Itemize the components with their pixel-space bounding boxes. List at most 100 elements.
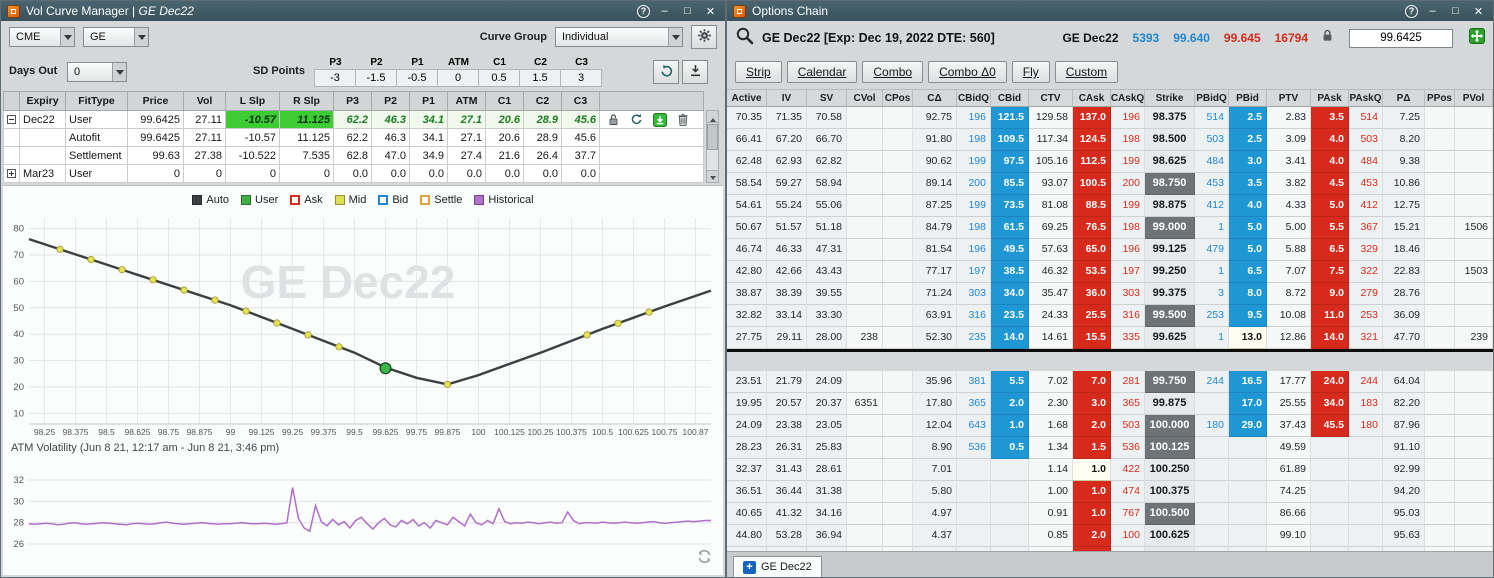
apply-sd-button[interactable]: [682, 60, 708, 84]
chain-col-pa[interactable]: PAsk: [1311, 89, 1349, 107]
chain-cell-pa-98.875[interactable]: 5.0: [1311, 195, 1349, 217]
chain-col-ca[interactable]: CAsk: [1073, 89, 1111, 107]
curve-cell-p3[interactable]: 62.2: [334, 111, 372, 129]
expand-icon[interactable]: [7, 169, 16, 178]
chain-cell-cb-100.125[interactable]: 0.5: [991, 437, 1029, 459]
curve-cell-atm[interactable]: 27.1: [448, 111, 486, 129]
maximize-button[interactable]: □: [1447, 4, 1464, 19]
chain-cell-pb-100.000[interactable]: 29.0: [1229, 415, 1267, 437]
chain-cell-ca-100.375[interactable]: 1.0: [1073, 481, 1111, 503]
exchange-select[interactable]: CME: [9, 27, 75, 47]
chain-cell-k-99.375[interactable]: 99.375: [1145, 283, 1195, 305]
lock-icon[interactable]: [1322, 29, 1333, 47]
chain-col-a[interactable]: Active: [727, 89, 767, 107]
chain-cell-ca-99.500[interactable]: 25.5: [1073, 305, 1111, 327]
chain-col-cbq[interactable]: CBidQ: [957, 89, 991, 107]
collapse-icon[interactable]: [7, 115, 16, 124]
chain-cell-ca-100.625[interactable]: 2.0: [1073, 525, 1111, 547]
chain-cell-k-100.125[interactable]: 100.125: [1145, 437, 1195, 459]
trash-icon[interactable]: [671, 113, 694, 126]
chain-cell-ca-99.625[interactable]: 15.5: [1073, 327, 1111, 349]
tab-combo-0[interactable]: Combo Δ0: [928, 61, 1007, 83]
chain-cell-pa-98.625[interactable]: 4.0: [1311, 151, 1349, 173]
chain-cell-cb-98.875[interactable]: 73.5: [991, 195, 1029, 217]
sd-value-p3[interactable]: -3: [314, 69, 356, 87]
chain-col-ptv[interactable]: PTV: [1267, 89, 1311, 107]
chain-cell-k-98.375[interactable]: 98.375: [1145, 107, 1195, 129]
chain-col-pb[interactable]: PBid: [1229, 89, 1267, 107]
curve-group-select[interactable]: Individual: [555, 27, 683, 47]
chain-col-ctv[interactable]: CTV: [1029, 89, 1073, 107]
tab-strip[interactable]: Strip: [735, 61, 782, 83]
chain-cell-ca-99.125[interactable]: 65.0: [1073, 239, 1111, 261]
chain-cell-pa-99.125[interactable]: 6.5: [1311, 239, 1349, 261]
chain-cell-pa-99.875[interactable]: 34.0: [1311, 393, 1349, 415]
chain-cell-cb-99.250[interactable]: 38.5: [991, 261, 1029, 283]
chain-cell-k-99.125[interactable]: 99.125: [1145, 239, 1195, 261]
chain-cell-ca-99.250[interactable]: 53.5: [1073, 261, 1111, 283]
curve-cell-price[interactable]: 99.6425: [128, 111, 184, 129]
chain-cell-cb-99.750[interactable]: 5.5: [991, 371, 1029, 393]
refresh-icon[interactable]: [696, 548, 713, 570]
close-button[interactable]: ✕: [702, 4, 719, 19]
chain-cell-pb-99.000[interactable]: 5.0: [1229, 217, 1267, 239]
chain-cell-pb-99.375[interactable]: 8.0: [1229, 283, 1267, 305]
minimize-button[interactable]: –: [656, 4, 673, 19]
chain-cell-pa-99.250[interactable]: 7.5: [1311, 261, 1349, 283]
chain-cell-pb-99.125[interactable]: 5.0: [1229, 239, 1267, 261]
chain-cell-k-98.625[interactable]: 98.625: [1145, 151, 1195, 173]
chain-cell-pa-99.750[interactable]: 24.0: [1311, 371, 1349, 393]
sd-value-p1[interactable]: -0.5: [396, 69, 438, 87]
chain-cell-pb-99.875[interactable]: 17.0: [1229, 393, 1267, 415]
titlebar-right[interactable]: Options Chain ? – □ ✕: [727, 1, 1493, 21]
legend-user[interactable]: User: [241, 194, 278, 206]
legend-historical[interactable]: Historical: [474, 194, 533, 206]
help-button[interactable]: ?: [637, 5, 650, 18]
chain-col-sv[interactable]: SV: [807, 89, 847, 107]
chain-cell-pb-98.875[interactable]: 4.0: [1229, 195, 1267, 217]
chain-cell-k-99.250[interactable]: 99.250: [1145, 261, 1195, 283]
scroll-up-button[interactable]: [707, 111, 718, 123]
table-scrollbar[interactable]: [706, 110, 719, 183]
chain-cell-pb-99.750[interactable]: 16.5: [1229, 371, 1267, 393]
help-button[interactable]: ?: [1405, 5, 1418, 18]
chain-cell-pb-98.750[interactable]: 3.5: [1229, 173, 1267, 195]
chain-cell-k-98.875[interactable]: 98.875: [1145, 195, 1195, 217]
reset-sd-button[interactable]: [653, 60, 679, 84]
chain-cell-k-99.000[interactable]: 99.000: [1145, 217, 1195, 239]
chain-cell-cb-99.875[interactable]: 2.0: [991, 393, 1029, 415]
curve-cell-c1[interactable]: 20.6: [486, 111, 524, 129]
chain-col-paq[interactable]: PAskQ: [1349, 89, 1383, 107]
close-button[interactable]: ✕: [1470, 4, 1487, 19]
curve-cell-p2[interactable]: 46.3: [372, 111, 410, 129]
refit-icon[interactable]: [625, 113, 648, 126]
curve-cell-r-slp[interactable]: 11.125: [280, 111, 334, 129]
chain-cell-pa-99.625[interactable]: 14.0: [1311, 327, 1349, 349]
chain-col-cd[interactable]: CΔ: [913, 89, 957, 107]
chain-cell-cb-100.000[interactable]: 1.0: [991, 415, 1029, 437]
tab-combo[interactable]: Combo: [862, 61, 923, 83]
chain-cell-ca-99.875[interactable]: 3.0: [1073, 393, 1111, 415]
chain-cell-ca-98.375[interactable]: 137.0: [1073, 107, 1111, 129]
tab-ge-dec22[interactable]: + GE Dec22: [733, 556, 822, 577]
legend-mid[interactable]: Mid: [335, 194, 367, 206]
chain-col-caq[interactable]: CAskQ: [1111, 89, 1145, 107]
chain-cell-k-99.625[interactable]: 99.625: [1145, 327, 1195, 349]
chain-col-pvol[interactable]: PVol: [1455, 89, 1493, 107]
chain-col-cpos[interactable]: CPos: [883, 89, 913, 107]
titlebar-left[interactable]: Vol Curve Manager | GE Dec22 ? – □ ✕: [1, 1, 725, 21]
days-out-select[interactable]: 0: [67, 62, 127, 82]
chain-col-cb[interactable]: CBid: [991, 89, 1029, 107]
chain-cell-cb-99.500[interactable]: 23.5: [991, 305, 1029, 327]
chain-cell-k-100.375[interactable]: 100.375: [1145, 481, 1195, 503]
chain-cell-pa-100.000[interactable]: 45.5: [1311, 415, 1349, 437]
chain-col-pd[interactable]: PΔ: [1383, 89, 1425, 107]
chain-cell-cb-98.500[interactable]: 109.5: [991, 129, 1029, 151]
chain-cell-pb-98.500[interactable]: 2.5: [1229, 129, 1267, 151]
tab-custom[interactable]: Custom: [1055, 61, 1118, 83]
grid-link-icon[interactable]: [1469, 28, 1485, 49]
tab-fly[interactable]: Fly: [1012, 61, 1050, 83]
chain-cell-cb-98.625[interactable]: 97.5: [991, 151, 1029, 173]
chain-cell-k-100.250[interactable]: 100.250: [1145, 459, 1195, 481]
sd-value-c2[interactable]: 1.5: [519, 69, 561, 87]
